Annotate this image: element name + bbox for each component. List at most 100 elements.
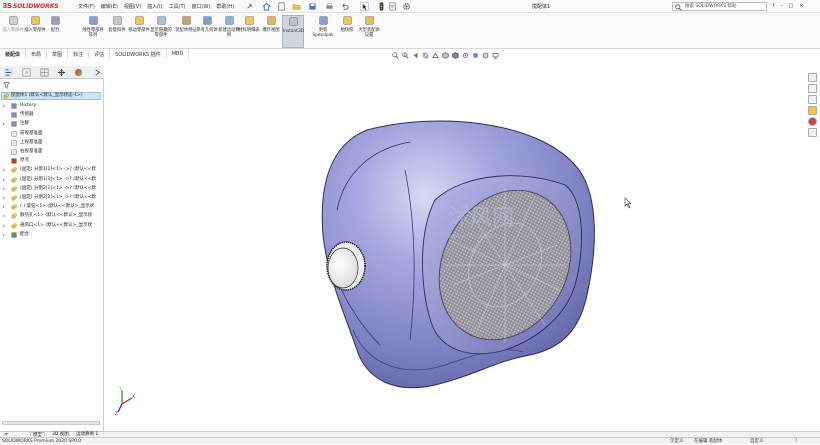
ribbon-button-9[interactable]: 新建运动算例: [218, 15, 240, 48]
zoom-to-area-icon[interactable]: [402, 52, 409, 59]
tree-item[interactable]: 传感器: [0, 111, 104, 119]
pin-icon[interactable]: [245, 2, 254, 11]
tree-item[interactable]: 上视基准面: [0, 139, 104, 147]
zoom-to-fit-icon[interactable]: [392, 52, 399, 59]
solidworks-resources-icon[interactable]: [808, 73, 817, 82]
expand-arrow-icon[interactable]: ▸: [3, 212, 5, 220]
tab-layout[interactable]: 布局: [26, 49, 48, 59]
apply-scene-icon[interactable]: [482, 52, 489, 59]
maximize-button[interactable]: □: [788, 3, 793, 9]
tree-item[interactable]: ▸ (固定) 分割1[3]<1> ->? (默认<<默: [0, 176, 104, 184]
heater-shell-model[interactable]: [321, 120, 596, 389]
design-library-icon[interactable]: [808, 84, 817, 93]
minimize-button[interactable]: -: [781, 3, 783, 9]
tab-evaluate[interactable]: 评估: [89, 49, 111, 59]
home-icon[interactable]: [262, 2, 271, 11]
edit-appearance-icon[interactable]: [472, 52, 479, 59]
ribbon-button-12[interactable]: Instant3D: [282, 15, 304, 48]
panel-horizontal-scrollbar[interactable]: [2, 421, 100, 425]
view-settings-icon[interactable]: [492, 52, 499, 59]
close-button[interactable]: ×: [799, 3, 803, 9]
tree-item[interactable]: ▸ History: [0, 102, 104, 110]
view-orientation-icon[interactable]: [442, 52, 449, 59]
ribbon-button-4[interactable]: 智能扣件: [106, 15, 128, 48]
ribbon-button-2[interactable]: 配合: [44, 15, 66, 48]
tree-item[interactable]: ▸ (-) 旋钮<1> (默认<<默认>_显示状: [0, 203, 104, 211]
ribbon-button-3[interactable]: 线性零部件阵列: [82, 15, 104, 48]
tab-markup[interactable]: 标注: [68, 49, 90, 59]
ribbon-button-11[interactable]: 爆炸视图: [260, 15, 282, 48]
tree-item[interactable]: 右视基准面: [0, 148, 104, 156]
expand-arrow-icon[interactable]: ▸: [3, 222, 5, 230]
tree-item[interactable]: ▸ 通风口<1> (默认<<默认>_显示状: [0, 222, 104, 230]
tree-item[interactable]: ▸ 注解: [0, 120, 104, 128]
select-arrow-icon[interactable]: [360, 2, 369, 11]
dimxpert-tab-icon[interactable]: [57, 68, 66, 77]
solidworks-logo[interactable]: 𝟑S SOLIDWORKS: [3, 2, 59, 11]
appearances-icon[interactable]: [808, 117, 817, 126]
expand-arrow-icon[interactable]: ▸: [3, 203, 5, 211]
dynamic-annotation-icon[interactable]: [432, 52, 439, 59]
file-explorer-icon[interactable]: [808, 95, 817, 104]
previous-view-icon[interactable]: [412, 52, 419, 59]
tab-addins[interactable]: SOLIDWORKS 插件: [110, 49, 167, 59]
menu-file[interactable]: 文件(F): [78, 3, 95, 10]
panel-expand-chevron-icon[interactable]: [93, 68, 102, 77]
menu-edit[interactable]: 编辑(E): [101, 3, 118, 10]
ribbon-button-5[interactable]: 移动零部件: [128, 15, 150, 48]
tab-assembly[interactable]: 装配体: [0, 49, 27, 59]
save-icon[interactable]: [308, 2, 317, 11]
expand-arrow-icon[interactable]: ▸: [3, 166, 5, 174]
tree-item[interactable]: ▸ (固定) 分割2[2]<1> ->? (默认<<默: [0, 194, 104, 202]
expand-arrow-icon[interactable]: ▸: [3, 185, 5, 193]
ribbon-button-13[interactable]: 更新Speedpak: [312, 15, 334, 48]
ribbon-button-0[interactable]: 插入零部件: [2, 15, 24, 48]
menu-help[interactable]: 帮助(H): [216, 3, 234, 10]
expand-arrow-icon[interactable]: ▸: [3, 194, 5, 202]
custom-properties-icon[interactable]: [808, 128, 817, 137]
tree-item[interactable]: ▸ (固定) 分割1[1]<1> ->? (默认<<默: [0, 166, 104, 174]
graphics-area[interactable]: 沐风网 www.mfcad.com Y X Z: [105, 60, 807, 430]
undo-icon[interactable]: [340, 2, 349, 11]
ribbon-button-8[interactable]: 参考几何体: [196, 15, 218, 48]
options-gear-icon[interactable]: [402, 2, 411, 11]
feature-tree-tab-icon[interactable]: [4, 68, 13, 77]
tree-item[interactable]: 前视基准面: [0, 130, 104, 138]
filter-icon[interactable]: [3, 82, 10, 89]
search-help-input[interactable]: 搜索 SOLIDWORKS 帮助: [672, 2, 767, 11]
property-manager-tab-icon[interactable]: [22, 68, 31, 77]
menu-tools[interactable]: 工具(T): [169, 3, 186, 10]
ribbon-button-14[interactable]: 拍快照: [336, 15, 358, 48]
ribbon-button-15[interactable]: 大型装配体设置: [358, 15, 380, 48]
ribbon-button-7[interactable]: 装配体特征: [175, 15, 197, 48]
menu-view[interactable]: 视图(V): [124, 3, 141, 10]
configuration-manager-tab-icon[interactable]: [40, 68, 49, 77]
menu-insert[interactable]: 插入(I): [147, 3, 162, 10]
tree-item[interactable]: ▸ 散热孔<1> (默认<<默认>_显示状: [0, 212, 104, 220]
display-manager-tab-icon[interactable]: [74, 68, 83, 77]
ribbon-button-1[interactable]: 插入零部件: [24, 15, 46, 48]
tab-mbd[interactable]: MBD: [167, 49, 190, 59]
expand-arrow-icon[interactable]: ▸: [3, 120, 5, 128]
ribbon-button-6[interactable]: 显示隐藏的零部件: [150, 15, 172, 48]
tab-sketch[interactable]: 草图: [47, 49, 69, 59]
section-view-icon[interactable]: [422, 52, 429, 59]
tree-item[interactable]: ▸ 配合: [0, 231, 104, 239]
help-icon[interactable]: ?: [772, 3, 775, 9]
tree-root-assembly[interactable]: 搅配体1 (默认<默认_显示状态-1>): [1, 92, 101, 100]
new-document-icon[interactable]: [277, 2, 286, 11]
display-style-icon[interactable]: [452, 52, 459, 59]
print-icon[interactable]: [325, 2, 334, 11]
tree-item[interactable]: 原点: [0, 157, 104, 165]
expand-arrow-icon[interactable]: ▸: [3, 176, 5, 184]
menu-window[interactable]: 窗口(W): [192, 3, 211, 10]
file-properties-icon[interactable]: [388, 2, 397, 11]
tree-item[interactable]: ▸ (固定) 分割2[1]<1> ->? (默认<<默: [0, 185, 104, 193]
hide-show-items-icon[interactable]: [462, 52, 469, 59]
open-folder-icon[interactable]: [292, 2, 301, 11]
ribbon-button-10[interactable]: 材料明细表: [238, 15, 260, 48]
expand-arrow-icon[interactable]: ▸: [3, 102, 5, 110]
expand-arrow-icon[interactable]: ▸: [3, 231, 5, 239]
traffic-light-icon[interactable]: [377, 2, 386, 11]
view-palette-icon[interactable]: [808, 106, 817, 115]
